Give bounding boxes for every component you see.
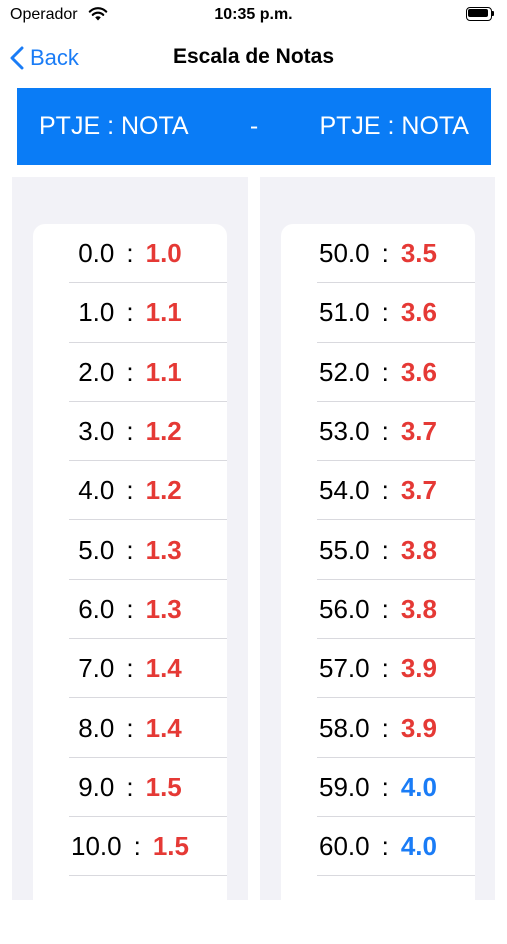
score-value: 54.0 xyxy=(319,475,370,506)
score-value: 10.0 xyxy=(71,831,122,862)
list-item[interactable]: 8.0:1.4 xyxy=(33,698,227,758)
score-value: 9.0 xyxy=(78,771,115,802)
list-item[interactable]: 50.0:3.5 xyxy=(281,224,475,284)
status-bar: Operador 10:35 p.m. xyxy=(0,0,507,32)
score-grade-separator: : xyxy=(126,475,134,506)
score-value: 57.0 xyxy=(319,653,370,684)
grade-value: 3.9 xyxy=(400,712,437,743)
score-grade-separator: : xyxy=(126,593,134,624)
score-grade-separator: : xyxy=(381,831,389,862)
grade-value: 1.0 xyxy=(145,238,182,269)
list-item[interactable]: 7.0:1.4 xyxy=(33,639,227,699)
list-item[interactable]: 57.0:3.9 xyxy=(281,639,475,699)
score-grade-separator: : xyxy=(126,712,134,743)
grade-value: 4.0 xyxy=(400,771,437,802)
score-grade-separator: : xyxy=(381,416,389,447)
score-value: 0.0 xyxy=(78,238,115,269)
list-item[interactable]: 60.0:4.0 xyxy=(281,817,475,877)
list-item[interactable]: 2.0:1.1 xyxy=(33,343,227,403)
score-value: 3.0 xyxy=(78,416,115,447)
score-value: 5.0 xyxy=(78,534,115,565)
right-scale-list[interactable]: 50.0:3.5 51.0:3.6 52.0:3.6 53.0:3.7 54.0:3.7… xyxy=(281,224,475,944)
score-grade-separator: : xyxy=(381,238,389,269)
grade-value: 1.3 xyxy=(145,593,182,624)
list-item[interactable]: 58.0:3.9 xyxy=(281,698,475,758)
score-grade-separator: : xyxy=(381,771,389,802)
grade-value: 3.6 xyxy=(400,297,437,328)
grade-value: 1.1 xyxy=(145,297,182,328)
score-value: 1.0 xyxy=(78,297,115,328)
score-grade-separator: : xyxy=(381,534,389,565)
grade-value: 3.5 xyxy=(400,238,437,269)
score-value: 53.0 xyxy=(319,416,370,447)
score-value: 59.0 xyxy=(319,771,370,802)
left-scale-list[interactable]: 0.0:1.0 1.0:1.1 2.0:1.1 3.0:1.2 4.0:1.2 5.0:1… xyxy=(33,224,227,944)
score-value: 55.0 xyxy=(319,534,370,565)
list-item[interactable]: 5.0:1.3 xyxy=(33,520,227,581)
list-item[interactable]: 52.0:3.6 xyxy=(281,343,475,403)
left-scale-panel[interactable]: 0.0:1.0 1.0:1.1 2.0:1.1 3.0:1.2 4.0:1.2 5.0:1… xyxy=(12,177,248,944)
score-value: 58.0 xyxy=(319,712,370,743)
grade-value: 3.7 xyxy=(400,475,437,506)
grade-value: 1.1 xyxy=(145,356,182,387)
score-value: 2.0 xyxy=(78,356,115,387)
score-grade-separator: : xyxy=(126,771,134,802)
navigation-bar: Back Escala de Notas xyxy=(0,32,507,84)
list-item[interactable]: 9.0:1.5 xyxy=(33,758,227,818)
list-item[interactable]: 1.0:1.1 xyxy=(33,283,227,343)
list-item[interactable]: 6.0:1.3 xyxy=(33,580,227,640)
list-item[interactable]: 53.0:3.7 xyxy=(281,402,475,462)
grade-value: 3.9 xyxy=(400,653,437,684)
clock: 10:35 p.m. xyxy=(214,6,293,23)
grade-value: 4.0 xyxy=(400,831,437,862)
grade-value: 3.7 xyxy=(400,416,437,447)
list-item[interactable]: 3.0:1.2 xyxy=(33,402,227,462)
battery-icon xyxy=(466,7,494,21)
score-grade-separator: : xyxy=(381,356,389,387)
grade-value: 1.4 xyxy=(145,712,182,743)
grade-value: 3.6 xyxy=(400,356,437,387)
score-value: 8.0 xyxy=(78,712,115,743)
score-value: 52.0 xyxy=(319,356,370,387)
header-right-label: PTJE : NOTA xyxy=(319,112,469,140)
list-item[interactable]: 54.0:3.7 xyxy=(281,461,475,521)
page-title: Escala de Notas xyxy=(172,45,335,68)
list-item[interactable]: 10.0:1.5 xyxy=(33,817,227,877)
score-grade-separator: : xyxy=(381,712,389,743)
list-item[interactable]: 56.0:3.8 xyxy=(281,580,475,640)
grade-value: 3.8 xyxy=(400,534,437,565)
score-grade-separator: : xyxy=(126,297,134,328)
score-grade-separator: : xyxy=(381,593,389,624)
score-grade-separator: : xyxy=(381,653,389,684)
list-item[interactable]: 55.0:3.8 xyxy=(281,520,475,581)
right-scale-panel[interactable]: 50.0:3.5 51.0:3.6 52.0:3.6 53.0:3.7 54.0:3.7… xyxy=(260,177,495,944)
grade-value: 1.3 xyxy=(145,534,182,565)
list-item[interactable]: 51.0:3.6 xyxy=(281,283,475,343)
score-value: 7.0 xyxy=(78,653,115,684)
grade-value: 1.5 xyxy=(145,771,182,802)
score-grade-separator: : xyxy=(133,831,141,862)
score-grade-separator: : xyxy=(126,238,134,269)
score-grade-separator: : xyxy=(381,297,389,328)
grade-value: 1.5 xyxy=(152,831,189,862)
score-value: 56.0 xyxy=(319,593,370,624)
score-grade-separator: : xyxy=(126,356,134,387)
score-value: 4.0 xyxy=(78,475,115,506)
list-item[interactable]: 0.0:1.0 xyxy=(33,224,227,284)
score-grade-separator: : xyxy=(381,475,389,506)
grade-value: 1.2 xyxy=(145,416,182,447)
score-grade-separator: : xyxy=(126,534,134,565)
score-value: 50.0 xyxy=(319,238,370,269)
grade-value: 3.8 xyxy=(400,593,437,624)
score-value: 60.0 xyxy=(319,831,370,862)
list-item[interactable]: 4.0:1.2 xyxy=(33,461,227,521)
score-value: 6.0 xyxy=(78,593,115,624)
grade-value: 1.2 xyxy=(145,475,182,506)
score-grade-separator: : xyxy=(126,416,134,447)
list-item[interactable]: 59.0:4.0 xyxy=(281,758,475,818)
score-grade-separator: : xyxy=(126,653,134,684)
column-header-banner: PTJE : NOTA - PTJE : NOTA xyxy=(17,88,491,165)
grade-value: 1.4 xyxy=(145,653,182,684)
score-value: 51.0 xyxy=(319,297,370,328)
